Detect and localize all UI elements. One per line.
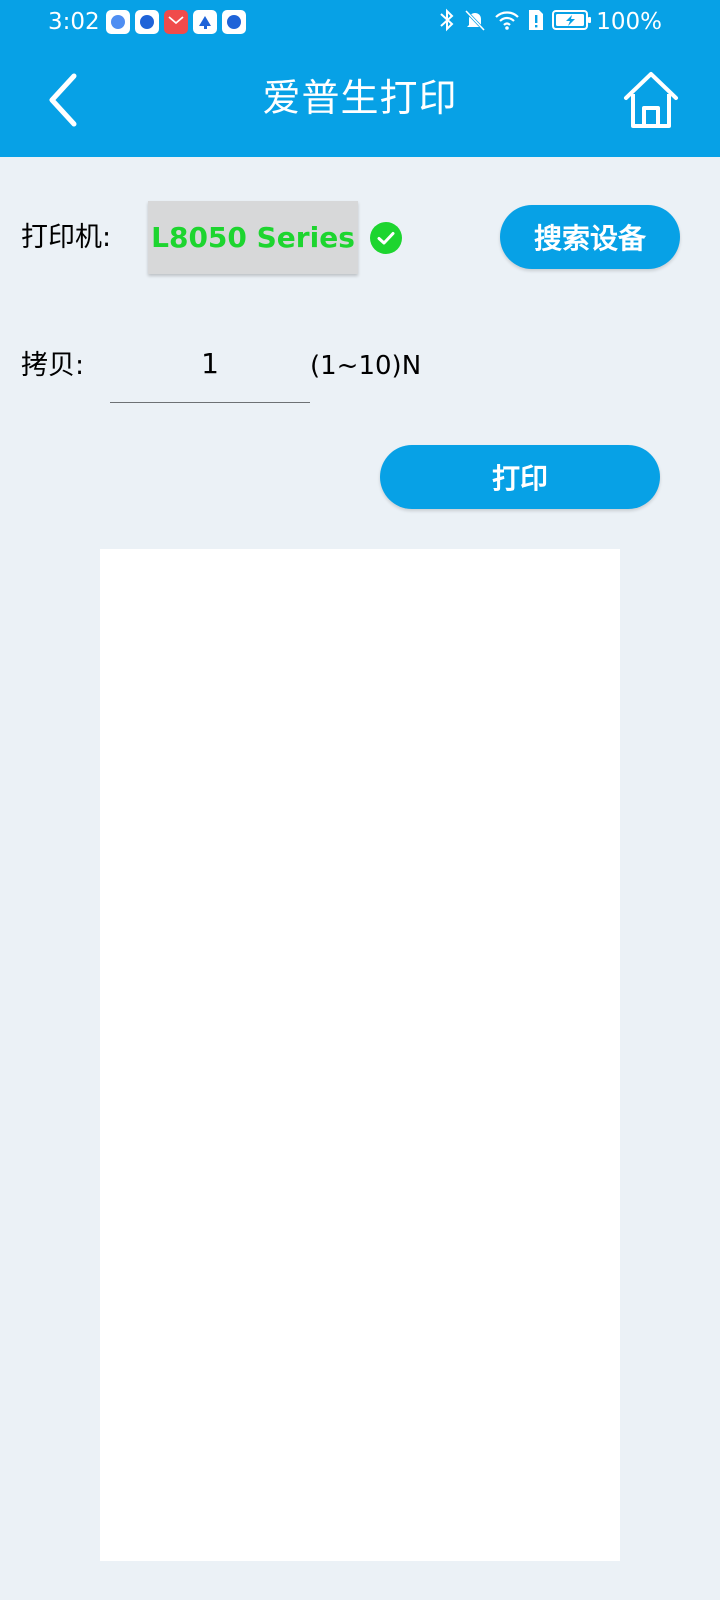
app-circle-icon xyxy=(135,10,159,34)
battery-percent: 100% xyxy=(596,9,662,35)
status-bar: 3:02 100% xyxy=(0,0,720,46)
check-circle-icon xyxy=(370,222,402,254)
app-header: 3:02 100% 爱普生打印 xyxy=(0,0,720,157)
system-status-icons xyxy=(438,8,592,32)
browser-icon xyxy=(106,10,130,34)
home-button[interactable] xyxy=(622,70,680,130)
sim-alert-icon xyxy=(529,10,543,30)
copies-label: 拷贝: xyxy=(21,350,85,381)
printer-name: L8050 Series xyxy=(151,221,355,254)
printer-label: 打印机: xyxy=(21,222,112,253)
wifi-icon xyxy=(495,11,519,30)
copies-range-hint: (1~10)N xyxy=(310,351,422,381)
search-devices-button[interactable]: 搜索设备 xyxy=(500,205,680,269)
home-icon xyxy=(624,72,678,128)
battery-charging-icon xyxy=(552,10,591,30)
printer-select[interactable]: L8050 Series xyxy=(148,201,358,274)
status-time: 3:02 xyxy=(48,9,100,35)
app-circle-icon xyxy=(222,10,246,34)
upload-icon xyxy=(193,10,217,34)
notification-icons xyxy=(106,10,246,34)
copies-input[interactable]: 1 xyxy=(110,344,310,403)
print-preview xyxy=(100,549,620,1561)
bluetooth-icon xyxy=(440,8,454,32)
page-title: 爱普生打印 xyxy=(262,76,458,120)
print-button[interactable]: 打印 xyxy=(380,445,660,509)
mail-icon xyxy=(164,10,188,34)
bell-off-icon xyxy=(464,9,486,32)
